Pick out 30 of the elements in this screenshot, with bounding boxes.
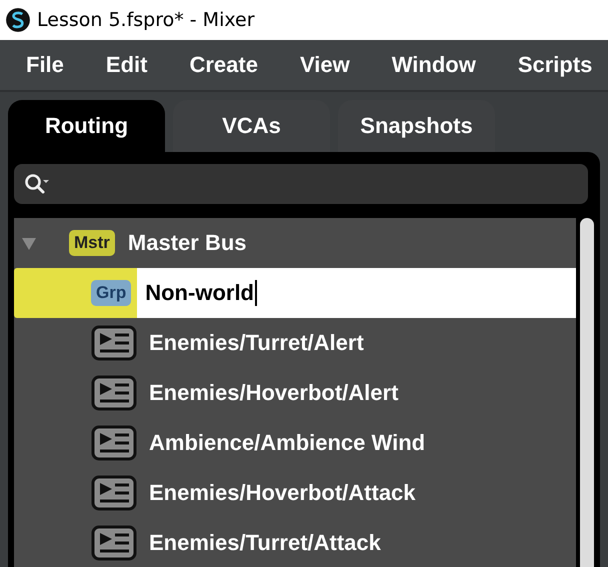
tree-item[interactable]: Enemies/Hoverbot/Alert (149, 380, 398, 406)
menu-item[interactable]: Window (392, 52, 476, 78)
menu-item[interactable]: Create (189, 52, 258, 78)
expand-arrow-icon[interactable] (21, 235, 37, 251)
menu-item[interactable]: File (26, 52, 64, 78)
tree-item[interactable]: Enemies/Hoverbot/Attack (149, 480, 416, 506)
window-title: Lesson 5.fspro* - Mixer (37, 9, 255, 31)
menu-item[interactable]: View (300, 52, 350, 78)
event-icon (91, 525, 137, 561)
search-field[interactable] (14, 164, 588, 204)
menu-item[interactable]: Edit (106, 52, 148, 78)
selected-row[interactable]: Grp Non-world (14, 268, 576, 318)
menu-item[interactable]: Scripts (518, 52, 592, 78)
search-icon (24, 173, 50, 195)
app-logo-icon (5, 7, 31, 33)
tree-item[interactable]: Enemies/Turret/Attack (149, 530, 381, 556)
master-badge: Mstr (69, 230, 115, 256)
tree-item[interactable]: Enemies/Turret/Alert (149, 330, 364, 356)
event-icon (91, 325, 137, 361)
tab[interactable]: VCAs (173, 100, 330, 152)
group-badge: Grp (91, 280, 132, 306)
event-icon (91, 425, 137, 461)
event-icon (91, 375, 137, 411)
tab[interactable]: Snapshots (338, 100, 495, 152)
event-icon (91, 475, 137, 511)
tree-item[interactable]: Ambience/Ambience Wind (149, 430, 426, 456)
scrollbar[interactable] (580, 218, 594, 567)
tree-item[interactable]: Master Bus (128, 230, 246, 256)
rename-field[interactable]: Non-world (137, 268, 576, 318)
tab[interactable]: Routing (8, 100, 165, 152)
